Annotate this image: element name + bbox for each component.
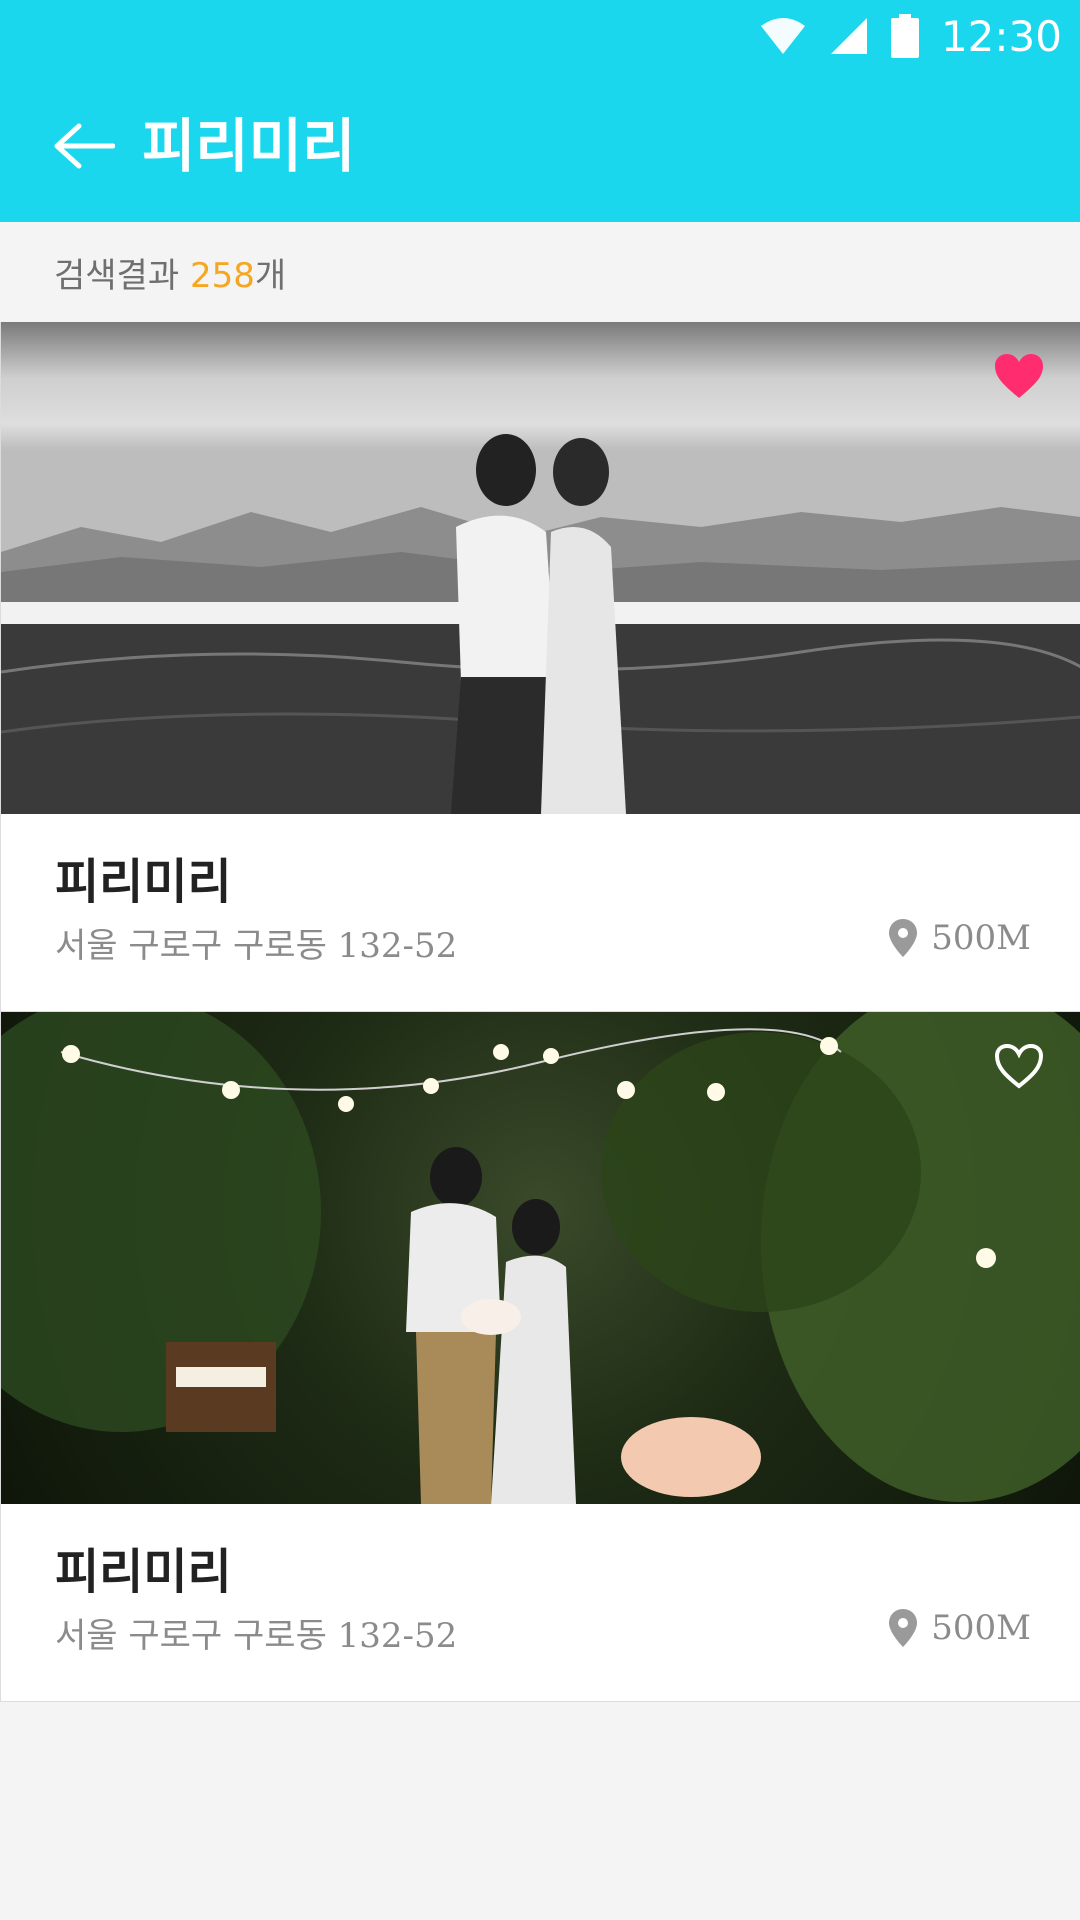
listing-info: 피리미리 서울 구로구 구로동 132-52 500M bbox=[1, 814, 1080, 1012]
status-bar: 12:30 bbox=[759, 8, 1062, 64]
listing-info: 피리미리 서울 구로구 구로동 132-52 500M bbox=[1, 1504, 1080, 1702]
app-bar: 12:30 피리미리 bbox=[0, 0, 1080, 222]
favorite-heart-icon[interactable] bbox=[993, 352, 1045, 400]
listing-address: 서울 구로구 구로동 132-52 bbox=[55, 1616, 458, 1656]
result-summary: 검색결과 258개 bbox=[0, 222, 1080, 322]
arrow-left-icon bbox=[54, 123, 115, 169]
back-button[interactable] bbox=[52, 122, 116, 170]
page-title: 피리미리 bbox=[142, 112, 356, 180]
location-pin-icon bbox=[889, 1609, 918, 1647]
wifi-icon bbox=[760, 18, 805, 54]
listing-photo[interactable] bbox=[1, 322, 1080, 814]
listing-address: 서울 구로구 구로동 132-52 bbox=[55, 926, 458, 966]
listing-title: 피리미리 bbox=[55, 1544, 232, 1600]
toolbar: 피리미리 bbox=[0, 88, 1080, 204]
listing-photo[interactable] bbox=[1, 1012, 1080, 1504]
distance-value: 500M bbox=[931, 918, 1031, 958]
listing-title: 피리미리 bbox=[55, 854, 232, 910]
battery-icon bbox=[890, 14, 919, 58]
location-pin-icon bbox=[889, 919, 918, 957]
result-suffix: 개 bbox=[254, 256, 287, 296]
favorite-heart-outline-icon[interactable] bbox=[993, 1042, 1045, 1090]
status-time: 12:30 bbox=[940, 11, 1062, 61]
listing-card[interactable]: 피리미리 서울 구로구 구로동 132-52 500M bbox=[0, 1012, 1080, 1702]
photo-scene bbox=[1, 1012, 1080, 1504]
listing-distance: 500M bbox=[889, 918, 1031, 958]
listing-card[interactable]: 피리미리 서울 구로구 구로동 132-52 500M bbox=[0, 322, 1080, 1012]
photo-scene bbox=[1, 434, 1080, 814]
distance-value: 500M bbox=[931, 1608, 1031, 1648]
signal-icon bbox=[830, 18, 867, 54]
result-prefix: 검색결과 bbox=[54, 256, 190, 296]
result-count: 258 bbox=[189, 256, 255, 296]
result-count-text: 검색결과 258개 bbox=[54, 248, 286, 297]
listing-distance: 500M bbox=[889, 1608, 1031, 1648]
